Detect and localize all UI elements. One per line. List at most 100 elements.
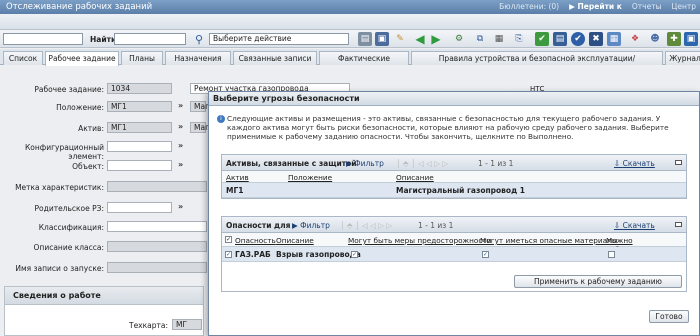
select-all-checkbox[interactable]: ✓	[225, 236, 232, 243]
goto-label: Перейти к	[577, 2, 622, 11]
approve-icon[interactable]: ✔	[535, 32, 549, 46]
techcard-label: Техкарта:	[128, 321, 168, 330]
tab-work-order[interactable]: Рабочее задание	[45, 51, 119, 66]
hazards-filter-label: Фильтр	[300, 221, 330, 230]
col-location[interactable]: Положение	[288, 173, 332, 182]
attach-icon[interactable]: ⎘	[512, 32, 526, 46]
assets-filter-button[interactable]: ▶ Фильтр	[346, 159, 384, 168]
secondary-strip	[0, 14, 700, 30]
col-description[interactable]: Описание	[396, 173, 434, 182]
cancel-icon[interactable]: ✖	[589, 32, 603, 46]
work-order-label: Рабочее задание:	[34, 85, 104, 94]
tab-safety-plan[interactable]: Правила устройства и безопасной эксплуат…	[411, 51, 663, 76]
precautions-checkbox: ✓	[351, 251, 358, 258]
prev-record-icon[interactable]: ◀	[413, 32, 427, 46]
assets-collapse-icon[interactable]	[675, 160, 682, 165]
row-hazard: ГАЗ.РАБ	[235, 250, 271, 259]
classification-label: Классификация:	[38, 223, 104, 232]
done-button[interactable]: Готово	[649, 310, 689, 323]
parent-wo-field[interactable]	[107, 202, 172, 213]
apply-to-work-order-button[interactable]: Применить к рабочему заданию	[514, 275, 682, 288]
metric-label: Метка характеристик:	[15, 183, 104, 192]
action-select[interactable]: Выберите действие	[209, 33, 349, 45]
class-desc-field[interactable]	[107, 241, 207, 252]
row-select-checkbox[interactable]: ✓	[225, 251, 232, 258]
dialog-info: i Следующие активы и размещения - это ак…	[217, 114, 693, 141]
hazards-filter-button[interactable]: ▶ Фильтр	[292, 221, 330, 230]
center-link[interactable]: Центр	[672, 2, 696, 11]
launch-record-label: Имя записи о запуске:	[15, 264, 104, 273]
launch-record-field[interactable]	[107, 262, 207, 273]
location-field[interactable]: МГ1	[107, 101, 172, 112]
tools-icon[interactable]: ✚	[667, 32, 681, 46]
complete-icon[interactable]: ✔	[571, 32, 585, 46]
app-title: Отслеживание рабочих заданий	[6, 2, 153, 12]
col-hazard-desc[interactable]: Описание	[276, 236, 314, 245]
asset-field[interactable]: МГ1	[107, 122, 172, 133]
document-icon[interactable]: ▦	[607, 32, 621, 46]
reports-link[interactable]: Отчеты	[632, 2, 662, 11]
col-hazmat[interactable]: Могут иметься опасные материалы	[480, 236, 618, 245]
hazards-collapse-icon[interactable]	[675, 222, 682, 227]
techcard-field[interactable]: МГ	[172, 319, 202, 330]
hazards-panel-header: Опасности для ▶ Фильтр │ ⬘ │ ◁ ◁ ▷ ▷ 1 -…	[222, 217, 686, 233]
table-row[interactable]: МГ1 Магистральный газопровод 1	[222, 183, 686, 198]
find-input[interactable]	[114, 33, 186, 45]
dialog-info-text: Следующие активы и размещения - это акти…	[227, 114, 669, 141]
hazards-download-link[interactable]: ⇩ Скачать	[614, 221, 655, 230]
save-icon[interactable]: ▣	[375, 32, 389, 46]
assets-filter-label: Фильтр	[354, 159, 384, 168]
asset-detail-icon[interactable]: »	[178, 122, 183, 131]
col-hazard[interactable]: Опасность	[235, 236, 276, 245]
parent-detail-icon[interactable]: »	[178, 202, 183, 211]
location-detail-icon[interactable]: »	[178, 101, 183, 110]
people-icon[interactable]: ☻	[648, 32, 662, 46]
table-row[interactable]: ✓ ГАЗ.РАБ Взрыв газопровода ✓ ✓	[222, 247, 686, 262]
col-asset[interactable]: Актив	[226, 173, 249, 182]
hazards-column-header: ✓ Опасность Описание Могут быть меры пре…	[222, 233, 686, 254]
classification-field[interactable]	[107, 221, 207, 232]
metric-field[interactable]	[107, 181, 207, 192]
assets-panel-title: Активы, связанные с защитой	[226, 159, 357, 168]
work-order-field[interactable]: 1034	[107, 83, 172, 94]
info-icon: i	[217, 115, 225, 123]
tab-plans[interactable]: Планы	[121, 51, 163, 65]
action-select-value: Выберите действие	[213, 34, 292, 43]
list-icon[interactable]: ▤	[553, 32, 567, 46]
asset-desc-field[interactable]: Маг	[190, 122, 209, 133]
tab-related-records[interactable]: Связанные записи	[233, 51, 317, 65]
config-detail-icon[interactable]: »	[178, 141, 183, 150]
extra-icon[interactable]: ▣	[684, 32, 698, 46]
location-label: Положение:	[56, 103, 104, 112]
tab-log[interactable]: Журнал	[665, 51, 700, 65]
record-select[interactable]	[3, 33, 83, 45]
search-icon[interactable]: ⚲	[192, 32, 206, 46]
location-desc-field[interactable]: Маг	[190, 101, 209, 112]
col-precautions[interactable]: Могут быть меры предосторожности	[348, 236, 491, 245]
goto-menu[interactable]: ▶ Перейти к	[569, 2, 622, 11]
workflow-icon[interactable]: ⚙	[452, 32, 466, 46]
tab-assignments[interactable]: Назначения	[165, 51, 231, 65]
report-icon[interactable]: ▦	[492, 32, 506, 46]
assets-column-header: Актив Положение Описание	[222, 171, 686, 183]
hazards-panel: Опасности для ▶ Фильтр │ ⬘ │ ◁ ◁ ▷ ▷ 1 -…	[221, 216, 687, 292]
new-record-icon[interactable]: ▤	[358, 32, 372, 46]
assets-download-link[interactable]: ⇩ Скачать	[614, 159, 655, 168]
assets-panel-header: Активы, связанные с защитой ▶ Фильтр │ ⬘…	[222, 155, 686, 171]
safety-assets-panel: Активы, связанные с защитой ▶ Фильтр │ ⬘…	[221, 154, 687, 199]
object-detail-icon[interactable]: »	[178, 160, 183, 169]
bulletins-link[interactable]: Бюллетени: (0)	[499, 2, 559, 11]
assets-pager-icons: │ ⬘ │ ◁ ◁ ▷ ▷	[396, 159, 449, 168]
hazards-panel-title: Опасности для	[226, 221, 291, 230]
copy-icon[interactable]: ⧉	[473, 32, 487, 46]
config-item-field[interactable]	[107, 141, 172, 152]
work-details-title: Сведения о работе	[5, 287, 203, 305]
tab-list[interactable]: Список	[3, 51, 43, 65]
edit-icon[interactable]: ✎	[393, 32, 407, 46]
safety-icon[interactable]: ❖	[628, 32, 642, 46]
hazards-pager: 1 - 1 из 1	[418, 221, 454, 230]
tab-actuals[interactable]: Фактические значения	[319, 51, 409, 76]
next-record-icon[interactable]: ▶	[429, 32, 443, 46]
object-field[interactable]	[107, 160, 172, 171]
row-asset: МГ1	[226, 186, 244, 195]
